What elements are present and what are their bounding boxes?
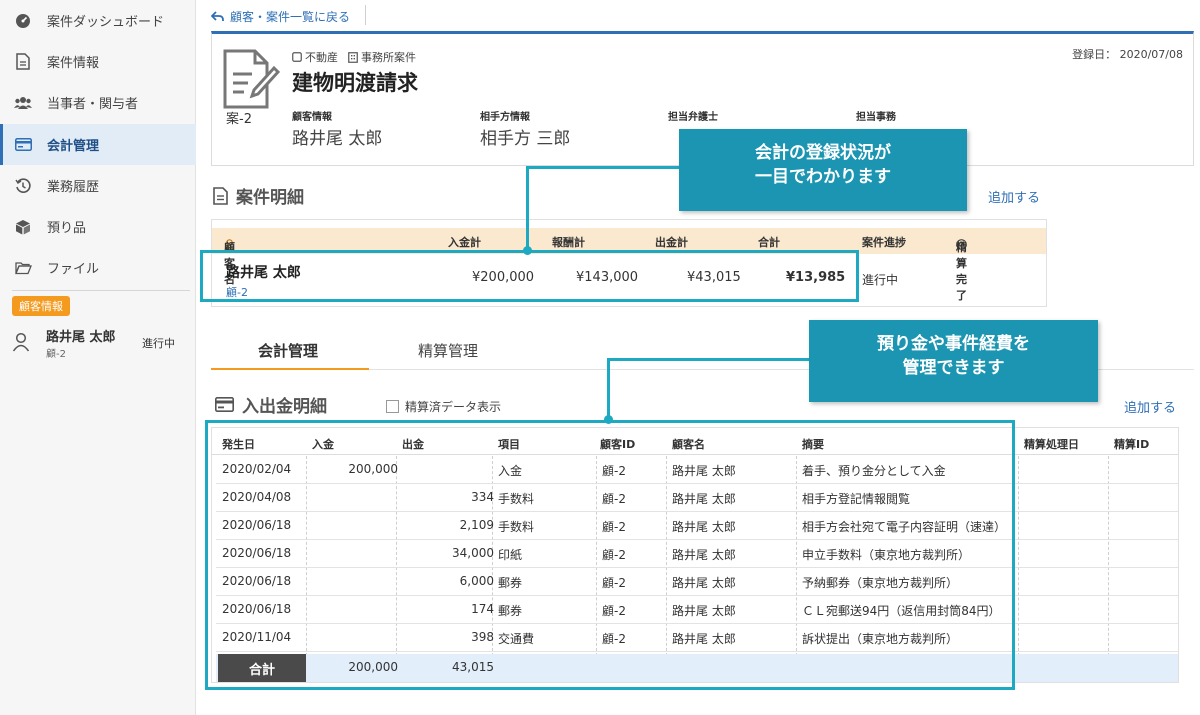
lawyer-label: 担当弁護士 <box>668 112 718 123</box>
header-deposit-total: 入金計 <box>448 236 481 249</box>
case-number: 案-2 <box>226 112 252 127</box>
sidebar-item-label: ファイル <box>47 262 100 277</box>
ledger-title: 入出金明細 <box>242 397 327 417</box>
callout-line: 会計の登録状況が <box>755 143 891 163</box>
sidebar-item-case-info[interactable]: 案件情報 <box>0 41 196 82</box>
callout-connector <box>526 166 680 169</box>
case-detail-add-link[interactable]: 追加する <box>988 187 1040 206</box>
callout-ledger-management: 預り金や事件経費を 管理できます <box>809 320 1098 402</box>
card-icon <box>215 397 234 412</box>
sidebar-customer[interactable]: 路井尾 太郎 顧-2 進行中 <box>12 326 190 360</box>
tag-square-icon <box>292 52 302 62</box>
back-link-separator <box>365 5 366 25</box>
sidebar-item-label: 預り品 <box>47 221 87 236</box>
sidebar-customer-name: 路井尾 太郎 <box>46 330 116 345</box>
sidebar-item-files[interactable]: ファイル <box>0 247 196 288</box>
sidebar-item-history[interactable]: 業務履歴 <box>0 165 196 206</box>
callout-line: 一目でわかります <box>755 167 891 187</box>
active-tab-indicator <box>211 368 369 370</box>
back-to-list-link[interactable]: 顧客・案件一覧に戻る <box>211 7 350 25</box>
tab-settlement[interactable]: 精算管理 <box>418 340 478 361</box>
sidebar-item-accounting[interactable]: 会計管理 <box>0 124 196 165</box>
header-progress: 案件進捗 <box>862 236 906 249</box>
checkbox-label: 精算済データ表示 <box>405 400 502 414</box>
document-icon <box>14 53 32 71</box>
customer-info-label: 顧客情報 <box>292 112 332 123</box>
sidebar-item-label: 業務履歴 <box>47 180 100 195</box>
document-icon <box>213 186 228 205</box>
help-icon[interactable]: ? <box>956 239 967 250</box>
callout-line: 預り金や事件経費を <box>877 334 1030 354</box>
back-arrow-icon <box>211 10 224 22</box>
svg-text:?: ? <box>959 240 964 249</box>
box-icon <box>14 218 32 236</box>
staff-label: 担当事務 <box>856 112 896 123</box>
building-icon <box>348 51 358 63</box>
settled-data-checkbox[interactable]: 精算済データ表示 <box>386 398 501 415</box>
person-icon <box>12 332 30 356</box>
sidebar-item-dashboard[interactable]: 案件ダッシュボード <box>0 0 196 41</box>
case-title: 建物明渡請求 <box>292 71 418 95</box>
sidebar-item-label: 会計管理 <box>47 139 100 154</box>
highlight-detail-row <box>200 250 859 302</box>
callout-connector <box>607 358 610 422</box>
sidebar-item-label: 案件情報 <box>47 56 100 71</box>
sidebar: 案件ダッシュボード 案件情報 当事者・関与者 会計管理 業務履歴 預り品 ファイ… <box>0 0 196 715</box>
opponent-info-value[interactable]: 相手方 三郎 <box>480 124 570 149</box>
sidebar-divider <box>12 290 190 291</box>
people-icon <box>14 94 32 112</box>
header-total: 合計 <box>758 236 780 249</box>
customer-info-badge: 顧客情報 <box>12 296 70 316</box>
opponent-info-label: 相手方情報 <box>480 112 530 123</box>
highlight-ledger <box>205 420 1015 690</box>
sidebar-item-parties[interactable]: 当事者・関与者 <box>0 82 196 123</box>
callout-dot <box>523 246 532 255</box>
card-icon <box>14 136 32 154</box>
case-tags: 不動産 事務所案件 <box>292 49 416 65</box>
sidebar-item-label: 当事者・関与者 <box>47 97 139 112</box>
header-fee-total: 報酬計 <box>552 236 585 249</box>
ledger-add-link[interactable]: 追加する <box>1124 397 1176 416</box>
header-withdraw-total: 出金計 <box>655 236 688 249</box>
sidebar-item-deposits[interactable]: 預り品 <box>0 206 196 247</box>
ledger-header: 入出金明細 <box>215 392 327 417</box>
history-icon <box>14 177 32 195</box>
col-settle-date: 精算処理日 <box>1024 438 1079 451</box>
tag-office-case: 事務所案件 <box>348 49 416 65</box>
dashboard-gauge-icon <box>14 12 32 30</box>
case-detail-title: 案件明細 <box>236 188 304 208</box>
detail-progress: 進行中 <box>862 273 899 287</box>
sidebar-item-label: 案件ダッシュボード <box>47 15 165 30</box>
col-settle-id: 精算ID <box>1114 438 1150 451</box>
callout-connector <box>526 166 529 252</box>
callout-accounting-status: 会計の登録状況が 一目でわかります <box>679 129 967 211</box>
tag-real-estate-label: 不動産 <box>305 51 338 64</box>
case-detail-header: 案件明細 <box>213 183 304 208</box>
customer-info-value[interactable]: 路井尾 太郎 <box>292 124 382 149</box>
folder-icon <box>14 259 32 277</box>
tag-office-case-label: 事務所案件 <box>361 51 416 64</box>
sidebar-customer-status: 進行中 <box>142 337 175 350</box>
callout-dot <box>604 415 613 424</box>
callout-connector <box>607 358 810 361</box>
registration-date: 登録日： 2020/07/08 <box>1072 48 1183 61</box>
back-link-label: 顧客・案件一覧に戻る <box>230 9 351 24</box>
tab-accounting[interactable]: 会計管理 <box>258 340 318 361</box>
checkbox-box[interactable] <box>386 400 399 413</box>
callout-line: 管理できます <box>902 358 1005 378</box>
case-document-icon <box>222 48 281 110</box>
sidebar-customer-id: 顧-2 <box>46 349 66 360</box>
tag-real-estate: 不動産 <box>292 49 338 65</box>
